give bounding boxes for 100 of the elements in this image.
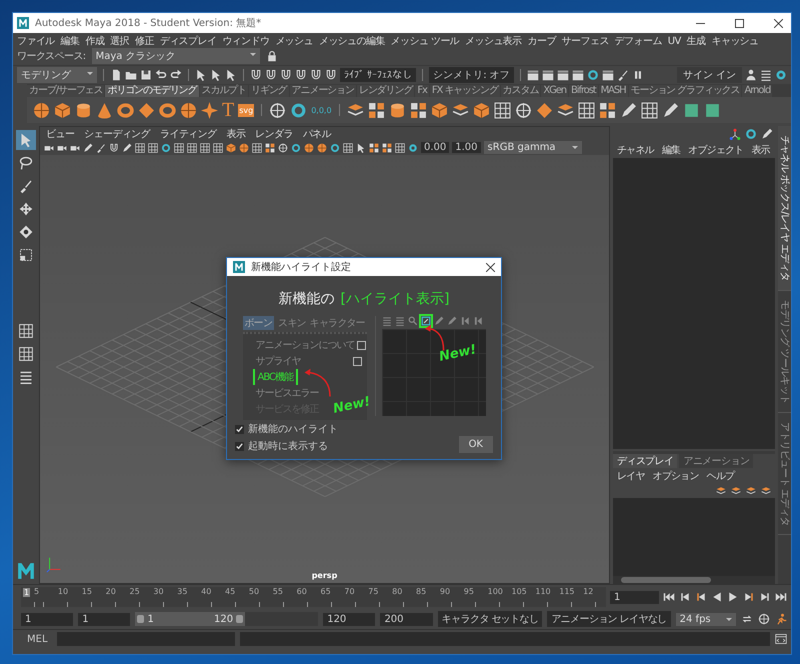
ring-icon[interactable] — [290, 102, 308, 118]
time-slider[interactable]: 1 5 10 15 20 25 30 35 40 45 50 55 60 65 70 75 80 85 90 95 100 105 110 115 12 — [21, 587, 606, 607]
shelf-tab[interactable]: リギング — [249, 85, 289, 97]
loop-icon[interactable] — [740, 613, 753, 625]
grid-icon[interactable] — [578, 102, 595, 118]
mode-dropdown[interactable]: モデリング — [17, 67, 97, 83]
pencil-icon[interactable] — [83, 142, 93, 152]
cube-icon[interactable] — [430, 102, 448, 118]
target-icon[interactable] — [269, 102, 286, 118]
shelf-tab[interactable]: モーション グラフィックス — [628, 85, 742, 97]
checkbox-option[interactable]: 新機能のハイライト — [235, 422, 338, 436]
running-figure-icon[interactable] — [774, 613, 787, 625]
shelf-tab[interactable]: Arnold — [742, 85, 772, 97]
viewport-menu-item[interactable]: パネル — [302, 126, 332, 140]
person-icon[interactable] — [745, 69, 757, 81]
magnet-icon[interactable] — [295, 69, 307, 81]
clapboard-icon[interactable] — [602, 69, 614, 81]
menu-item[interactable]: メッシュ ツール — [390, 34, 460, 48]
next-key-icon[interactable] — [743, 591, 755, 603]
menu-item[interactable]: 作成 — [85, 34, 104, 48]
blocks-icon[interactable] — [368, 102, 385, 118]
start-frame-field[interactable]: 1 — [21, 612, 74, 626]
blocks-icon[interactable] — [369, 142, 379, 152]
ring-icon[interactable] — [291, 142, 301, 152]
target-icon[interactable] — [278, 142, 288, 152]
viewport-menu-item[interactable]: レンダラ — [255, 126, 293, 140]
side-tab[interactable]: アトリビュート エディタ — [778, 413, 791, 535]
cursor-icon[interactable] — [210, 69, 222, 81]
grid-icon[interactable] — [494, 102, 511, 118]
grid-icon[interactable] — [640, 102, 658, 118]
cone-icon[interactable] — [96, 102, 113, 118]
exposure-field[interactable]: 0.00 — [421, 142, 450, 153]
shelf-tab[interactable]: FX キャッシング — [430, 85, 500, 97]
maximize-icon[interactable] — [735, 18, 744, 28]
ring-icon[interactable] — [586, 69, 599, 81]
cursor-icon[interactable] — [225, 69, 237, 81]
previous-key-icon[interactable] — [695, 591, 707, 603]
layers-icon[interactable] — [452, 102, 469, 118]
layer-editor-tab[interactable]: ディスプレイ — [613, 454, 678, 468]
ring-icon[interactable] — [330, 142, 340, 152]
cube-icon[interactable] — [472, 102, 490, 118]
menu-item[interactable]: UV — [668, 36, 681, 46]
command-language-label[interactable]: MEL — [23, 634, 52, 644]
checkbox[interactable] — [235, 424, 244, 434]
diamond-icon[interactable] — [138, 102, 155, 118]
menu-item[interactable]: メッシュの編集 — [318, 34, 385, 48]
lock-icon[interactable] — [266, 50, 278, 62]
scrollbar[interactable] — [613, 576, 775, 584]
cursor-icon[interactable] — [356, 142, 366, 152]
cylinder-icon[interactable] — [388, 102, 406, 118]
color-space-dropdown[interactable]: sRGB gamma — [484, 141, 582, 154]
skip-forward-icon[interactable] — [775, 591, 787, 603]
layer-editor-menu-item[interactable]: オプション — [652, 469, 699, 483]
grid-icon[interactable] — [187, 142, 197, 152]
pencil-icon[interactable] — [122, 142, 132, 152]
clapboard-icon[interactable] — [556, 69, 569, 81]
shelf-tab[interactable]: XGen — [541, 85, 568, 97]
step-forward-icon[interactable] — [759, 591, 771, 603]
grid-icon[interactable] — [148, 142, 158, 152]
command-input[interactable] — [56, 632, 235, 646]
menu-item[interactable]: 生成 — [686, 34, 706, 48]
blocks-icon[interactable] — [410, 102, 427, 118]
shelf-tab[interactable]: アニメーション — [290, 85, 356, 97]
magnet-icon[interactable] — [310, 69, 322, 81]
clapboard-icon[interactable] — [542, 69, 554, 81]
viewport-menu-item[interactable]: ライティング — [160, 126, 216, 140]
layers-icon[interactable] — [761, 486, 771, 496]
cursor-icon[interactable] — [195, 69, 207, 81]
grid-icon[interactable] — [395, 142, 405, 152]
sphere-icon[interactable] — [317, 142, 327, 152]
cube-icon[interactable] — [54, 102, 71, 118]
grid-icon[interactable] — [252, 142, 262, 152]
sphere-icon[interactable] — [33, 102, 50, 118]
target-icon[interactable] — [514, 102, 532, 118]
magnet-icon[interactable] — [250, 69, 262, 81]
shelf-tab[interactable]: レンダリング — [356, 85, 414, 97]
channel-box-menu-item[interactable]: 編集 — [662, 143, 680, 157]
layer-editor-menu-item[interactable]: ヘルプ — [706, 469, 734, 483]
sphere-icon[interactable] — [180, 102, 197, 118]
menu-item[interactable]: メッシュ表示 — [465, 34, 522, 48]
torus-icon[interactable] — [117, 102, 134, 118]
layer-editor-tab[interactable]: アニメーション — [679, 454, 754, 468]
redo-icon[interactable] — [170, 69, 182, 81]
menu-item[interactable]: サーフェス — [562, 34, 609, 48]
magnet-icon[interactable] — [109, 142, 119, 152]
clapboard-icon[interactable] — [526, 69, 539, 81]
pencil-icon[interactable] — [761, 128, 773, 140]
close-icon[interactable] — [774, 18, 783, 28]
shelf-tab[interactable]: カーブ/サーフェス — [27, 85, 104, 97]
current-frame-marker[interactable]: 1 — [23, 588, 30, 597]
torus-icon[interactable] — [159, 102, 176, 118]
close-icon[interactable] — [486, 262, 495, 272]
grid-icon[interactable] — [174, 142, 184, 152]
pencil-icon[interactable] — [620, 102, 637, 118]
playback-end-field[interactable]: 120 — [323, 612, 376, 626]
shelf-tab[interactable]: Bifrost — [569, 85, 598, 97]
clapboard-icon[interactable] — [572, 69, 584, 81]
sphere-icon[interactable] — [239, 142, 249, 152]
layers-icon[interactable] — [556, 102, 574, 118]
layers-icon[interactable] — [716, 486, 726, 496]
